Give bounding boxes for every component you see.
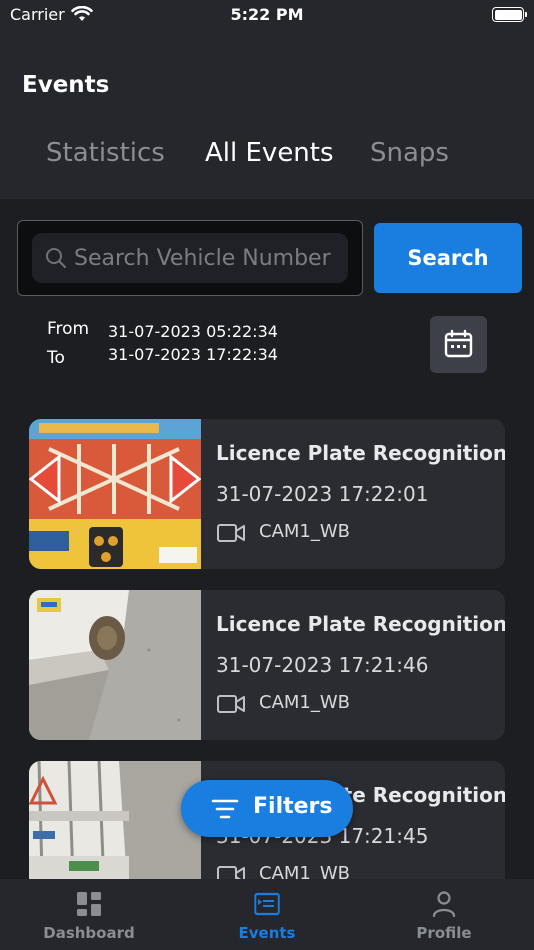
- event-thumbnail: [29, 419, 201, 569]
- nav-events[interactable]: Events: [197, 879, 337, 950]
- event-camera: CAM1_WB: [259, 521, 351, 542]
- tab-statistics[interactable]: Statistics: [46, 138, 165, 168]
- search-container: [17, 220, 363, 296]
- battery-icon: [492, 7, 527, 22]
- bottom-tab-bar: Dashboard Events Profile: [0, 879, 534, 950]
- calendar-icon: [444, 329, 473, 358]
- event-card[interactable]: Licence Plate Recognition 31-07-2023 17:…: [29, 590, 505, 740]
- filter-icon: [211, 799, 239, 819]
- search-button[interactable]: Search: [374, 223, 522, 293]
- event-timestamp: 31-07-2023 17:22:01: [216, 482, 429, 506]
- dashboard-icon: [77, 892, 101, 916]
- from-label: From: [47, 319, 90, 339]
- event-thumbnail: [29, 590, 201, 740]
- filters-button[interactable]: Filters: [181, 780, 353, 837]
- to-label: To: [47, 348, 65, 368]
- status-bar: Carrier 5:22 PM: [0, 0, 534, 30]
- to-date-value: 31-07-2023 17:22:34: [108, 345, 278, 364]
- tab-all-events[interactable]: All Events: [205, 138, 334, 168]
- event-title: Licence Plate Recognition: [216, 612, 505, 636]
- page-title: Events: [22, 72, 110, 98]
- tab-bar: Statistics All Events Snaps: [0, 138, 534, 178]
- search-field[interactable]: [32, 233, 348, 283]
- top-header-area: Carrier 5:22 PM Events Statistics All Ev…: [0, 0, 534, 199]
- nav-profile[interactable]: Profile: [374, 879, 514, 950]
- video-camera-icon: [217, 695, 245, 713]
- calendar-button[interactable]: [430, 316, 487, 373]
- search-input[interactable]: [74, 233, 344, 283]
- search-icon: [46, 248, 67, 269]
- event-timestamp: 31-07-2023 17:21:46: [216, 653, 429, 677]
- profile-icon: [432, 891, 456, 917]
- nav-profile-label: Profile: [416, 924, 472, 942]
- events-icon: [254, 892, 280, 916]
- nav-dashboard[interactable]: Dashboard: [19, 879, 159, 950]
- nav-events-label: Events: [238, 924, 296, 942]
- event-camera: CAM1_WB: [259, 692, 351, 713]
- status-time: 5:22 PM: [230, 5, 304, 24]
- event-card[interactable]: Licence Plate Recognition 31-07-2023 17:…: [29, 419, 505, 569]
- filters-label: Filters: [253, 794, 333, 819]
- event-title: Licence Plate Recognition: [216, 441, 505, 465]
- from-date-value: 31-07-2023 05:22:34: [108, 322, 278, 341]
- nav-dashboard-label: Dashboard: [43, 924, 135, 942]
- tab-snaps[interactable]: Snaps: [370, 138, 449, 168]
- video-camera-icon: [217, 524, 245, 542]
